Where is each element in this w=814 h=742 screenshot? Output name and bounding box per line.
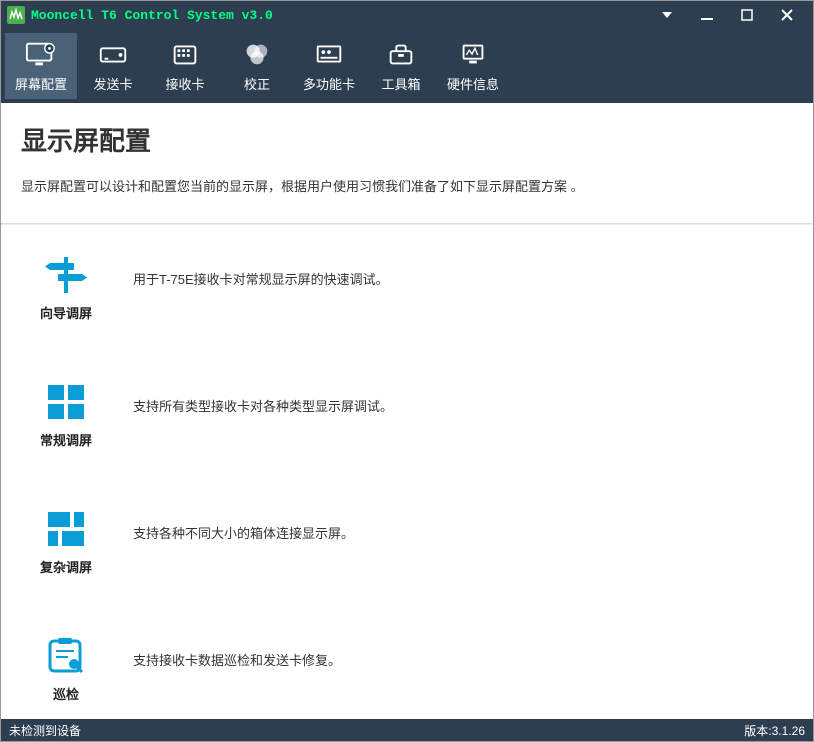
grid-icon bbox=[44, 382, 88, 422]
wizard-icon bbox=[44, 255, 88, 295]
page-header: 显示屏配置 显示屏配置可以设计和配置您当前的显示屏，根据用户使用习惯我们准备了如… bbox=[1, 103, 813, 223]
hw-info-icon bbox=[457, 40, 489, 68]
option-normal: 常规调屏 支持所有类型接收卡对各种类型显示屏调试。 bbox=[31, 382, 793, 449]
option-wizard-button[interactable]: 向导调屏 bbox=[31, 255, 101, 322]
option-inspect-button[interactable]: 巡检 bbox=[31, 636, 101, 703]
option-desc: 支持接收卡数据巡检和发送卡修复。 bbox=[101, 636, 341, 669]
minimize-button[interactable] bbox=[697, 8, 717, 22]
screen-config-icon bbox=[25, 40, 57, 68]
toolbar-screen-config[interactable]: 屏幕配置 bbox=[5, 33, 77, 99]
toolbar-label: 多功能卡 bbox=[303, 74, 355, 93]
app-logo-icon bbox=[7, 6, 25, 24]
toolbar-recv-card[interactable]: 接收卡 bbox=[149, 33, 221, 99]
content-area: 显示屏配置 显示屏配置可以设计和配置您当前的显示屏，根据用户使用习惯我们准备了如… bbox=[1, 103, 813, 719]
option-desc: 支持所有类型接收卡对各种类型显示屏调试。 bbox=[101, 382, 393, 415]
close-button[interactable] bbox=[777, 8, 797, 22]
page-title: 显示屏配置 bbox=[21, 121, 793, 158]
dropdown-icon[interactable] bbox=[657, 8, 677, 22]
option-wizard: 向导调屏 用于T-75E接收卡对常规显示屏的快速调试。 bbox=[31, 255, 793, 322]
option-label: 巡检 bbox=[53, 684, 79, 703]
toolbar-hw-info[interactable]: 硬件信息 bbox=[437, 33, 509, 99]
status-version: 版本:3.1.26 bbox=[744, 722, 805, 739]
option-normal-button[interactable]: 常规调屏 bbox=[31, 382, 101, 449]
toolbar-label: 发送卡 bbox=[93, 74, 132, 93]
toolbox-icon bbox=[385, 40, 417, 68]
toolbar-label: 校正 bbox=[244, 74, 270, 93]
option-complex: 复杂调屏 支持各种不同大小的箱体连接显示屏。 bbox=[31, 509, 793, 576]
page-description: 显示屏配置可以设计和配置您当前的显示屏，根据用户使用习惯我们准备了如下显示屏配置… bbox=[21, 176, 793, 211]
option-label: 复杂调屏 bbox=[40, 557, 92, 576]
toolbar-toolbox[interactable]: 工具箱 bbox=[365, 33, 437, 99]
maximize-button[interactable] bbox=[737, 8, 757, 22]
toolbar-multi-card[interactable]: 多功能卡 bbox=[293, 33, 365, 99]
complex-icon bbox=[44, 509, 88, 549]
toolbar-calibrate[interactable]: 校正 bbox=[221, 33, 293, 99]
recv-card-icon bbox=[169, 40, 201, 68]
toolbar-label: 硬件信息 bbox=[447, 74, 499, 93]
window-controls bbox=[657, 8, 807, 22]
status-device: 未检测到设备 bbox=[9, 722, 81, 739]
send-card-icon bbox=[97, 40, 129, 68]
option-label: 常规调屏 bbox=[40, 430, 92, 449]
app-window: Mooncell T6 Control System v3.0 bbox=[0, 0, 814, 742]
calibrate-icon bbox=[241, 40, 273, 68]
inspect-icon bbox=[44, 636, 88, 676]
option-label: 向导调屏 bbox=[40, 303, 92, 322]
toolbar-label: 屏幕配置 bbox=[15, 74, 67, 93]
option-desc: 用于T-75E接收卡对常规显示屏的快速调试。 bbox=[101, 255, 389, 288]
options-list: 向导调屏 用于T-75E接收卡对常规显示屏的快速调试。 常规调屏 bbox=[1, 225, 813, 719]
window-title: Mooncell T6 Control System v3.0 bbox=[31, 8, 657, 23]
option-desc: 支持各种不同大小的箱体连接显示屏。 bbox=[101, 509, 354, 542]
toolbar-label: 工具箱 bbox=[381, 74, 420, 93]
multi-card-icon bbox=[313, 40, 345, 68]
main-toolbar: 屏幕配置 发送卡 bbox=[1, 29, 813, 103]
statusbar: 未检测到设备 版本:3.1.26 bbox=[1, 719, 813, 741]
option-complex-button[interactable]: 复杂调屏 bbox=[31, 509, 101, 576]
toolbar-send-card[interactable]: 发送卡 bbox=[77, 33, 149, 99]
option-inspect: 巡检 支持接收卡数据巡检和发送卡修复。 bbox=[31, 636, 793, 703]
titlebar: Mooncell T6 Control System v3.0 bbox=[1, 1, 813, 29]
toolbar-label: 接收卡 bbox=[165, 74, 204, 93]
